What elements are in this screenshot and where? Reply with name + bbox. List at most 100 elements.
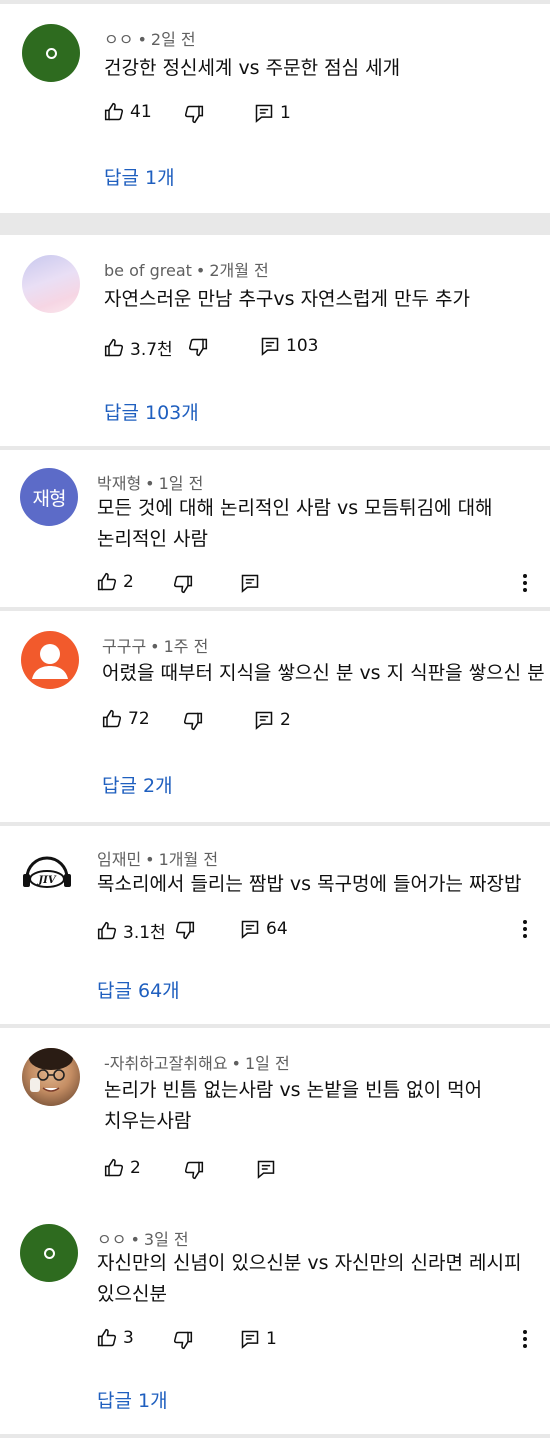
like-button[interactable]: 72 — [102, 709, 150, 729]
comment-text: 건강한 정신세계 vs 주문한 점심 세개 — [104, 57, 401, 79]
avatar[interactable] — [20, 1224, 78, 1282]
thumbs-up-icon — [97, 921, 117, 939]
like-count: 41 — [130, 102, 152, 122]
dislike-button[interactable] — [184, 1160, 204, 1180]
avatar[interactable] — [21, 631, 79, 689]
comment-icon — [261, 337, 279, 356]
comment-time: 1일 전 — [158, 474, 204, 493]
thumbs-up-icon — [102, 709, 122, 728]
comment-time: 2일 전 — [150, 30, 196, 49]
comment-text: 논리가 빈틈 없는사람 vs 논밭을 빈틈 없이 먹어 치우는사람 — [104, 1079, 483, 1132]
like-button[interactable]: 3.1천 — [97, 918, 166, 943]
thumbs-down-icon — [175, 921, 195, 940]
more-options-icon[interactable] — [522, 574, 528, 595]
more-options-icon[interactable] — [522, 920, 528, 941]
like-count: 3.7천 — [130, 340, 173, 360]
like-button[interactable]: 2 — [97, 572, 134, 592]
like-button[interactable]: 3.7천 — [104, 335, 173, 360]
comment-time: 1일 전 — [244, 1054, 290, 1073]
thumbs-up-icon — [104, 102, 124, 121]
comment-item: 재형 박재형 • 1일 전 모든 것에 대해 논리적인 사람 vs 모듬튀김에 대해… — [0, 450, 550, 607]
comment-author[interactable]: be of great — [104, 261, 192, 280]
reply-count: 103 — [286, 336, 319, 356]
comment-text: 자연스러운 만남 추구vs 자연스럽게 만두 추가 — [104, 288, 470, 310]
comment-author[interactable]: 임재민 — [97, 850, 141, 869]
jiv-logo: JIV — [23, 856, 71, 888]
person-icon — [32, 644, 68, 679]
thumbs-down-icon — [173, 575, 193, 594]
comment-author[interactable]: ㅇㅇ — [104, 30, 133, 49]
comment-author[interactable]: 구구구 — [102, 637, 146, 656]
comment-author[interactable]: -자취하고잘취해요 — [104, 1054, 228, 1073]
comment-text: 목소리에서 들리는 짬밥 vs 목구멍에 들어가는 짜장밥 — [97, 873, 522, 895]
avatar[interactable] — [22, 24, 80, 82]
comment-item: ㅇㅇ • 3일 전 자신만의 신념이 있으신분 vs 자신만의 신라면 레시피 있으… — [0, 1218, 550, 1434]
replies-toggle[interactable]: 답글 64개 — [97, 976, 180, 1003]
replies-toggle[interactable]: 답글 1개 — [97, 1386, 168, 1413]
comment-item: JIV 임재민 • 1개월 전 목소리에서 들리는 짬밥 vs 목구멍에 들어가는 … — [0, 826, 550, 1024]
reply-button[interactable]: 1 — [240, 1329, 277, 1349]
more-options-icon[interactable] — [522, 1330, 528, 1351]
comment-icon — [241, 574, 259, 593]
comment-icon — [241, 920, 259, 939]
comment-author[interactable]: 박재형 — [97, 474, 141, 493]
like-count: 3 — [123, 1328, 134, 1348]
reply-button[interactable]: 64 — [240, 919, 288, 939]
comment-item: 구구구 • 1주 전 어렸을 때부터 지식을 쌓으신 분 vs 지 식판을 쌓으신 … — [0, 611, 550, 822]
comment-time: 1개월 전 — [158, 850, 219, 869]
replies-toggle[interactable]: 답글 1개 — [104, 163, 175, 190]
dislike-button[interactable] — [173, 1330, 193, 1350]
dislike-button[interactable] — [173, 574, 193, 594]
reply-button[interactable] — [256, 1159, 276, 1179]
like-count: 72 — [128, 709, 150, 729]
replies-toggle[interactable]: 답글 103개 — [104, 398, 199, 425]
comment-text: 자신만의 신념이 있으신분 vs 자신만의 신라면 레시피 있으신분 — [97, 1252, 522, 1305]
thumbs-up-icon — [104, 338, 124, 356]
thumbs-down-icon — [183, 712, 203, 731]
avatar[interactable] — [22, 255, 80, 313]
dislike-button[interactable] — [183, 711, 203, 731]
reply-count: 64 — [266, 919, 288, 939]
comment-item: ㅇㅇ • 2일 전 건강한 정신세계 vs 주문한 점심 세개 41 1 답글 1개 — [0, 0, 550, 213]
comment-item: be of great • 2개월 전 자연스러운 만남 추구vs 자연스럽게 만두… — [0, 235, 550, 446]
reply-button[interactable]: 1 — [254, 103, 291, 123]
comment-time: 1주 전 — [163, 637, 209, 656]
dislike-button[interactable] — [175, 920, 195, 940]
svg-text:JIV: JIV — [36, 875, 56, 886]
thumbs-up-icon — [97, 572, 117, 591]
comment-text: 어렸을 때부터 지식을 쌓으신 분 vs 지 식판을 쌓으신 분 — [102, 662, 545, 684]
profile-photo — [29, 1048, 73, 1092]
reply-button[interactable] — [240, 573, 260, 593]
avatar[interactable]: JIV — [18, 844, 76, 902]
avatar[interactable]: 재형 — [20, 468, 78, 526]
dislike-button[interactable] — [188, 337, 208, 357]
like-count: 2 — [123, 572, 134, 592]
comment-author[interactable]: ㅇㅇ — [97, 1230, 126, 1249]
thumbs-down-icon — [184, 1161, 204, 1180]
thumbs-down-icon — [184, 105, 204, 124]
reply-button[interactable]: 2 — [254, 710, 291, 730]
reply-count: 1 — [280, 103, 291, 123]
divider — [0, 213, 550, 235]
dislike-button[interactable] — [184, 104, 204, 124]
comment-icon — [241, 1330, 259, 1349]
avatar[interactable] — [22, 1048, 80, 1106]
comment-icon — [255, 711, 273, 730]
reply-count: 2 — [280, 710, 291, 730]
like-count: 3.1천 — [123, 923, 166, 943]
comment-time: 2개월 전 — [209, 261, 269, 280]
thumbs-down-icon — [188, 338, 208, 357]
reply-count: 1 — [266, 1329, 277, 1349]
thumbs-down-icon — [173, 1331, 193, 1350]
reply-button[interactable]: 103 — [260, 336, 318, 356]
divider — [0, 1434, 550, 1438]
like-button[interactable]: 2 — [104, 1158, 141, 1178]
thumbs-up-icon — [97, 1328, 117, 1347]
comment-time: 3일 전 — [143, 1230, 189, 1249]
like-button[interactable]: 41 — [104, 102, 152, 122]
thumbs-up-icon — [104, 1158, 124, 1177]
like-count: 2 — [130, 1158, 141, 1178]
comment-icon — [255, 104, 273, 123]
like-button[interactable]: 3 — [97, 1328, 134, 1348]
replies-toggle[interactable]: 답글 2개 — [102, 771, 173, 798]
